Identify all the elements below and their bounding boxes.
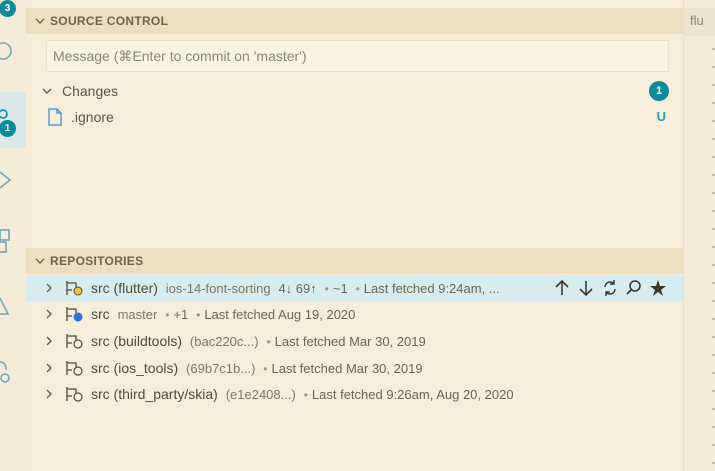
repo-name: src (flutter) bbox=[91, 280, 158, 296]
editor-tab[interactable]: flu bbox=[684, 8, 715, 36]
sync-icon[interactable] bbox=[601, 278, 619, 298]
repositories-header[interactable]: REPOSITORIES bbox=[26, 248, 683, 274]
repo-icon bbox=[66, 307, 83, 322]
separator: • bbox=[303, 388, 308, 402]
search-activity[interactable] bbox=[0, 28, 26, 84]
push-icon[interactable] bbox=[553, 278, 571, 298]
repo-icon bbox=[66, 281, 83, 296]
chevron-right-icon bbox=[46, 309, 52, 319]
separator: • bbox=[165, 308, 170, 322]
repo-last-fetched: Last fetched Aug 19, 2020 bbox=[204, 307, 356, 322]
changes-group[interactable]: Changes 1 bbox=[26, 80, 683, 102]
editor-area[interactable]: flu bbox=[683, 0, 715, 471]
separator: • bbox=[355, 282, 360, 296]
repo-name: src (buildtools) bbox=[91, 333, 183, 349]
repository-row[interactable]: src (third_party/skia) (e1e2408...) • Las… bbox=[26, 381, 683, 407]
separator: • bbox=[266, 335, 271, 349]
separator: • bbox=[263, 362, 268, 376]
repository-row[interactable]: src (flutter) ios-14-font-sorting 4↓ 69↑… bbox=[26, 275, 683, 301]
repo-last-fetched: Last fetched 9:24am, ... bbox=[363, 281, 500, 296]
run-activity[interactable] bbox=[0, 152, 26, 208]
chevron-down-icon bbox=[35, 258, 45, 264]
explorer-badge: 3 bbox=[0, 0, 16, 17]
repository-row[interactable]: src (buildtools) (bac220c...) • Last fetc… bbox=[26, 328, 683, 354]
commit-message-input[interactable] bbox=[46, 40, 669, 72]
chevron-right-icon bbox=[46, 363, 52, 373]
repo-name: src bbox=[91, 306, 110, 322]
file-name: .ignore bbox=[71, 109, 114, 125]
flask-icon bbox=[0, 297, 10, 315]
repo-icon bbox=[66, 361, 83, 376]
repo-changes: +1 bbox=[173, 307, 189, 322]
extensions-activity[interactable] bbox=[0, 214, 26, 270]
repo-name: src (ios_tools) bbox=[91, 360, 179, 376]
repositories-title: REPOSITORIES bbox=[50, 254, 144, 268]
source-control-title: SOURCE CONTROL bbox=[50, 14, 169, 28]
chevron-right-icon bbox=[46, 336, 52, 346]
repo-actions bbox=[553, 278, 667, 298]
repo-last-fetched: Last fetched Mar 30, 2019 bbox=[274, 334, 426, 349]
pull-icon[interactable] bbox=[577, 278, 595, 298]
sidebar: SOURCE CONTROL Changes 1 .ignore U REPOS… bbox=[26, 0, 683, 471]
testing-activity[interactable] bbox=[0, 276, 26, 332]
repo-changes: ~1 bbox=[332, 281, 348, 296]
play-icon bbox=[0, 171, 12, 189]
repo-last-fetched: Last fetched Mar 30, 2019 bbox=[271, 361, 423, 376]
changes-label: Changes bbox=[62, 83, 119, 99]
repository-row[interactable]: src (ios_tools) (69b7c1b...) • Last fetch… bbox=[26, 355, 683, 381]
repo-icon bbox=[66, 334, 83, 349]
chevron-right-icon bbox=[46, 283, 52, 293]
chevron-right-icon bbox=[46, 389, 52, 399]
repo-sync-status: 4↓ 69↑ bbox=[278, 281, 317, 296]
repository-row[interactable]: src master • +1 • Last fetched Aug 19, 202… bbox=[26, 301, 683, 327]
chevron-down-icon bbox=[35, 18, 45, 24]
activity-bar: 3 1 bbox=[0, 0, 26, 471]
repo-branch: (69b7c1b...) bbox=[186, 361, 256, 376]
repo-name: src (third_party/skia) bbox=[91, 386, 218, 402]
source-control-header[interactable]: SOURCE CONTROL bbox=[26, 8, 683, 34]
file-status-untracked: U bbox=[656, 109, 666, 124]
search-icon bbox=[0, 42, 12, 60]
search-icon[interactable] bbox=[625, 278, 643, 298]
changed-file-row[interactable]: .ignore U bbox=[26, 106, 683, 128]
repo-icon bbox=[66, 387, 83, 402]
extensions-icon bbox=[0, 229, 10, 253]
remote-activity[interactable] bbox=[0, 340, 26, 396]
separator: • bbox=[324, 282, 329, 296]
chevron-down-icon bbox=[42, 88, 52, 94]
source-control-activity[interactable]: 1 bbox=[0, 92, 26, 148]
repo-last-fetched: Last fetched 9:26am, Aug 20, 2020 bbox=[311, 387, 514, 402]
remote-icon bbox=[0, 361, 10, 383]
repo-branch: master bbox=[117, 307, 158, 322]
separator: • bbox=[196, 308, 201, 322]
star-icon[interactable] bbox=[649, 278, 667, 298]
repo-branch: (e1e2408...) bbox=[225, 387, 296, 402]
repo-branch: (bac220c...) bbox=[189, 334, 259, 349]
repo-branch: ios-14-font-sorting bbox=[165, 281, 271, 296]
changes-count-badge: 1 bbox=[649, 81, 669, 101]
file-icon bbox=[48, 108, 62, 126]
